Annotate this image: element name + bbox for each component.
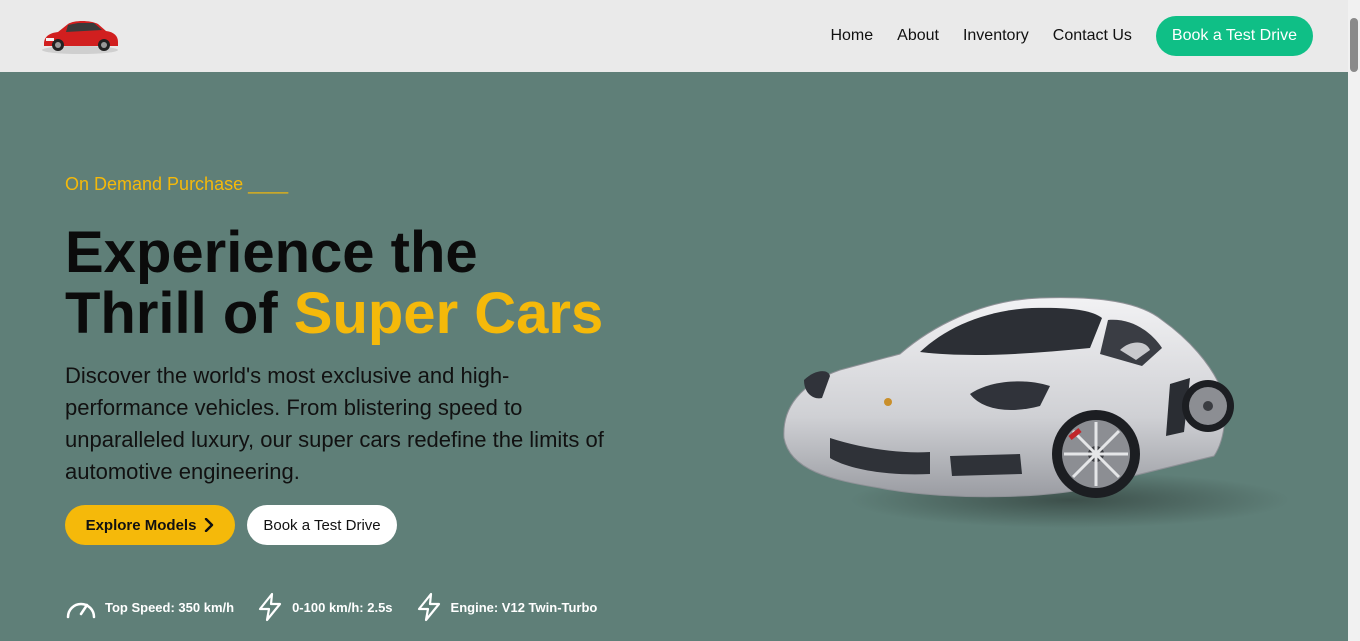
lightning-icon	[415, 592, 443, 622]
chevron-right-icon	[204, 518, 214, 532]
stat-acceleration: 0-100 km/h: 2.5s	[256, 592, 393, 622]
site-header: Home About Inventory Contact Us Book a T…	[0, 0, 1348, 72]
stat-label: Engine: V12 Twin-Turbo	[450, 599, 598, 615]
page-scrollbar[interactable]	[1348, 0, 1360, 641]
headline-accent: Super Cars	[293, 281, 604, 346]
explore-models-label: Explore Models	[85, 516, 197, 534]
stats-row: Top Speed: 350 km/h 0-100 km/h: 2.5s Eng…	[65, 592, 619, 622]
silver-sports-car-image	[770, 288, 1290, 533]
nav-contact-link[interactable]: Contact Us	[1053, 27, 1132, 45]
book-test-drive-nav-button[interactable]: Book a Test Drive	[1155, 16, 1313, 56]
nav-about-link[interactable]: About	[897, 27, 939, 45]
hero-headline: Experience the Thrill of Super Cars	[65, 222, 685, 344]
main-nav: Home About Inventory Contact Us Book a T…	[830, 16, 1313, 56]
speedometer-icon	[65, 593, 97, 621]
explore-models-button[interactable]: Explore Models	[65, 505, 235, 545]
hero-eyebrow: On Demand Purchase ____	[65, 174, 289, 194]
stat-label: Top Speed: 350 km/h	[105, 599, 235, 615]
stat-top-speed: Top Speed: 350 km/h	[65, 593, 234, 621]
stat-engine: Engine: V12 Twin-Turbo	[415, 592, 598, 622]
stat-label: 0-100 km/h: 2.5s	[292, 599, 393, 615]
headline-line-1: Experience the	[65, 220, 478, 285]
hero-description: Discover the world's most exclusive and …	[65, 363, 604, 484]
nav-inventory-link[interactable]: Inventory	[963, 27, 1029, 45]
book-test-drive-button[interactable]: Book a Test Drive	[247, 505, 397, 545]
nav-home-link[interactable]: Home	[830, 27, 873, 45]
scrollbar-thumb[interactable]	[1350, 18, 1358, 72]
car-logo-icon[interactable]	[38, 14, 122, 56]
lightning-icon	[256, 592, 284, 622]
headline-line-2: Thrill of	[65, 281, 278, 346]
